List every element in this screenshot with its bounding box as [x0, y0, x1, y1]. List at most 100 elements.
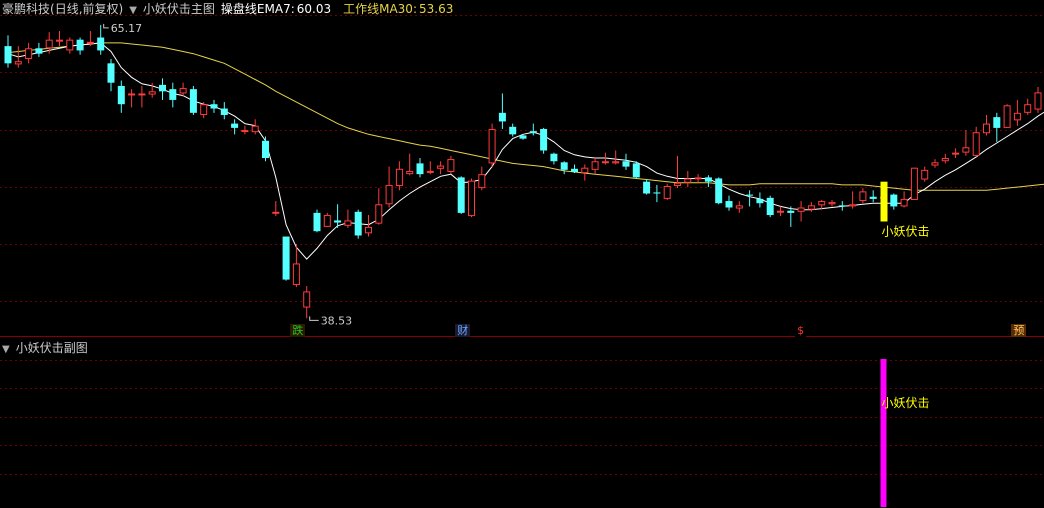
candle — [560, 161, 568, 175]
candle-body — [993, 117, 1001, 128]
collapse-triangle-icon[interactable]: ▼ — [2, 344, 10, 355]
indicator-name[interactable]: 小妖伏击主图 — [143, 2, 215, 16]
candle — [746, 190, 754, 207]
candle-body — [766, 197, 774, 216]
signal-bar — [880, 181, 888, 222]
candle — [313, 209, 321, 233]
candle-body — [818, 201, 826, 206]
candle — [437, 161, 445, 175]
candle — [591, 156, 599, 175]
candle-body — [777, 210, 784, 213]
candle-body — [344, 220, 352, 226]
candle-body — [159, 84, 166, 92]
candle — [189, 85, 197, 115]
candle — [220, 102, 228, 120]
candle — [128, 89, 136, 108]
candle-body — [725, 201, 733, 208]
sub-header: ▼ 小妖伏击副图 — [2, 340, 94, 358]
candle — [251, 119, 259, 135]
candle-body — [282, 236, 290, 280]
candle-body — [715, 178, 723, 204]
candle-body — [128, 93, 136, 96]
candle — [612, 150, 620, 165]
candle-body — [694, 177, 702, 180]
candle — [983, 114, 990, 136]
ma-legend: 工作线MA30: 53.63 — [343, 2, 459, 16]
stock-name: 豪鹏科技 — [2, 2, 51, 16]
candle — [931, 159, 939, 168]
marker-die[interactable]: 跌 — [290, 324, 306, 337]
ema-value: 60.03 — [296, 2, 332, 16]
candle — [972, 126, 980, 157]
candle — [890, 193, 898, 210]
candle-body — [674, 182, 681, 186]
candle — [766, 195, 774, 218]
candle — [725, 195, 733, 211]
candle-body — [406, 170, 414, 175]
sub-signal-bar — [880, 359, 887, 507]
ema-legend: 操盘线EMA7: 60.03 — [221, 2, 337, 16]
candle — [200, 102, 208, 119]
sub-signal-label: 小妖伏击 — [882, 396, 930, 410]
main-header: 豪鹏科技(日线,前复权) ▼ 小妖伏击主图 操盘线EMA7: 60.03 工作线MA30:… — [2, 1, 465, 19]
candle — [715, 177, 723, 205]
candle — [540, 127, 548, 154]
candle-body — [962, 147, 970, 153]
ma30-polyline — [7, 42, 1044, 191]
candle — [1034, 87, 1042, 113]
candle-body — [684, 178, 692, 183]
candle-body — [385, 184, 393, 205]
candle-body — [210, 104, 218, 109]
candle-body — [622, 161, 630, 167]
marker-cai[interactable]: 财 — [455, 324, 471, 337]
candle-body — [704, 177, 712, 182]
sub-title[interactable]: 小妖伏击副图 — [16, 341, 88, 355]
marker-dollar[interactable]: $ — [795, 324, 807, 337]
candle-body — [117, 85, 125, 105]
candle — [375, 188, 383, 225]
ma-value: 53.63 — [419, 2, 454, 16]
candle-body — [931, 162, 939, 166]
sub-grid — [0, 360, 1044, 475]
sub-chart[interactable]: 小妖伏击 — [0, 337, 1044, 508]
candlesticks — [4, 24, 1042, 319]
candle-body — [416, 163, 424, 175]
candle-body — [220, 108, 228, 115]
candle-body — [540, 128, 548, 151]
candle-body — [983, 123, 990, 134]
candle — [663, 183, 671, 200]
candle — [4, 35, 12, 68]
candle-body — [519, 135, 527, 139]
candle-body — [107, 63, 115, 83]
candle-body — [169, 89, 177, 100]
candle — [571, 164, 578, 174]
candle — [529, 123, 537, 136]
candle — [735, 201, 743, 213]
candle — [169, 82, 177, 108]
candle — [952, 148, 960, 159]
candle-body — [313, 212, 321, 232]
candle-body — [1013, 112, 1021, 121]
candle-body — [807, 205, 815, 210]
candle-body — [756, 198, 764, 204]
collapse-triangle-icon[interactable]: ▼ — [129, 5, 137, 16]
candle — [849, 191, 857, 209]
candle — [550, 152, 558, 165]
candle — [107, 59, 115, 92]
candle-body — [612, 161, 620, 164]
low-arrow-icon — [309, 316, 319, 321]
main-chart[interactable]: 小妖伏击 65.17 38.53 — [0, 0, 1044, 337]
candle-body — [838, 205, 846, 207]
candle-body — [241, 130, 249, 133]
candle-body — [653, 192, 661, 194]
candle — [395, 161, 403, 191]
candle — [25, 42, 33, 64]
candle-body — [354, 211, 362, 236]
candle — [993, 112, 1001, 142]
candle-body — [952, 152, 960, 155]
marker-yu[interactable]: 预 — [1011, 324, 1027, 337]
candle — [354, 209, 362, 239]
candle — [406, 153, 414, 176]
candle — [385, 166, 393, 208]
candle-body — [292, 263, 300, 285]
